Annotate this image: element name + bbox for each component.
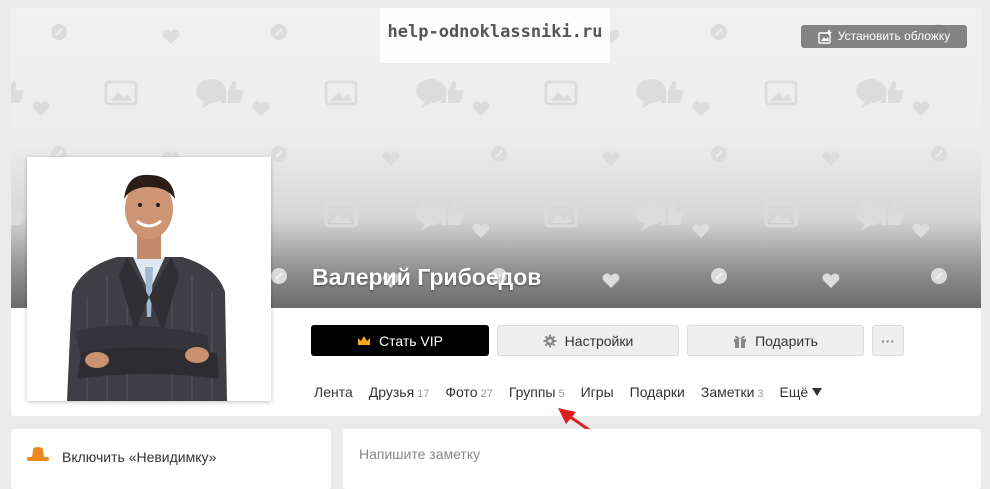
triangle-down-icon xyxy=(812,388,823,396)
hat-icon xyxy=(27,447,49,461)
nav-item-notes[interactable]: Заметки 3 xyxy=(701,384,764,400)
profile-card: help-odnoklassniki.ru Установить обложку… xyxy=(11,8,981,416)
nav-item-feed[interactable]: Лента xyxy=(314,384,353,400)
more-actions-button[interactable]: ··· xyxy=(872,325,904,356)
become-vip-label: Стать VIP xyxy=(378,332,443,349)
settings-label: Настройки xyxy=(564,332,634,349)
invisible-mode-panel[interactable]: Включить «Невидимку» xyxy=(11,429,331,489)
become-vip-button[interactable]: Стать VIP xyxy=(311,325,489,356)
profile-nav: Лента Друзья 17 Фото 27 Группы 5 Игры Подар… xyxy=(314,384,823,400)
nav-item-games[interactable]: Игры xyxy=(581,384,614,400)
nav-item-more[interactable]: Ещё xyxy=(780,384,823,400)
gift-label: Подарить xyxy=(755,332,818,349)
nav-item-photos[interactable]: Фото 27 xyxy=(445,384,492,400)
user-name[interactable]: Валерий Грибоедов xyxy=(312,264,541,291)
avatar[interactable] xyxy=(27,157,271,401)
set-cover-button[interactable]: Установить обложку xyxy=(801,25,967,48)
gift-button[interactable]: Подарить xyxy=(687,325,864,356)
crown-icon xyxy=(357,334,371,348)
gear-icon xyxy=(543,334,557,348)
more-dots-icon: ··· xyxy=(881,332,895,349)
settings-button[interactable]: Настройки xyxy=(497,325,679,356)
gift-icon xyxy=(733,334,747,348)
set-cover-label: Установить обложку xyxy=(837,29,951,43)
note-composer[interactable]: Напишите заметку xyxy=(343,429,981,489)
nav-item-groups[interactable]: Группы 5 xyxy=(509,384,565,400)
nav-item-gifts[interactable]: Подарки xyxy=(630,384,685,400)
nav-item-friends[interactable]: Друзья 17 xyxy=(369,384,430,400)
site-watermark: help-odnoklassniki.ru xyxy=(380,8,610,63)
add-image-icon xyxy=(818,29,832,44)
invisible-mode-label: Включить «Невидимку» xyxy=(62,449,217,465)
note-input-placeholder: Напишите заметку xyxy=(359,446,481,462)
